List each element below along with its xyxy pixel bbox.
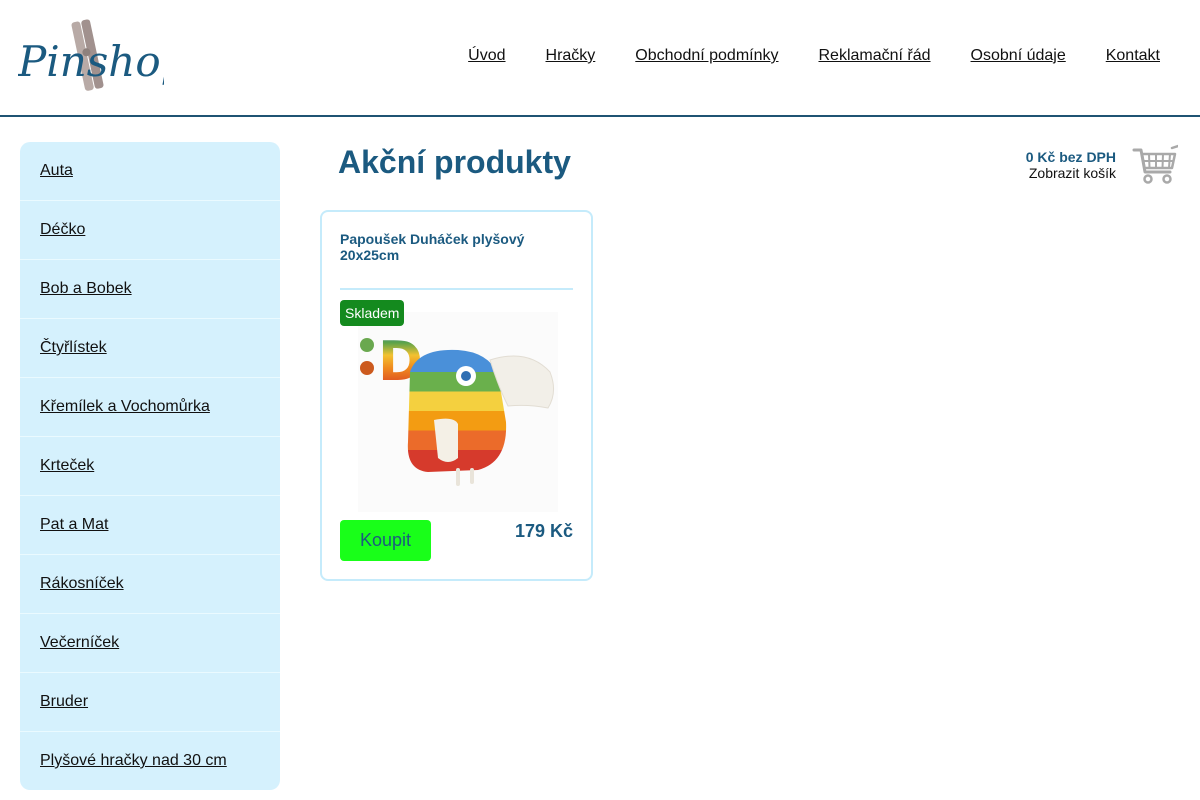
site-header: Pinshop Úvod Hračky Obchodní podmínky Re… <box>0 0 1200 117</box>
cart-summary: 0 Kč bez DPH Zobrazit košík <box>1026 149 1116 181</box>
sidebar-link[interactable]: Čtyřlístek <box>40 339 107 357</box>
nav-link-uvod[interactable]: Úvod <box>468 47 505 65</box>
sidebar-item-kremilek: Křemílek a Vochomůrka <box>20 378 280 437</box>
sidebar-link[interactable]: Křemílek a Vochomůrka <box>40 398 210 416</box>
product-price: 179 Kč <box>514 521 573 541</box>
category-sidebar: Auta Déčko Bob a Bobek Čtyřlístek Křemíl… <box>20 142 280 790</box>
page-title: Akční produkty <box>338 144 571 180</box>
sidebar-link[interactable]: Bob a Bobek <box>40 280 132 298</box>
sidebar-item-bruder: Bruder <box>20 673 280 732</box>
shopping-cart-icon[interactable] <box>1132 144 1180 186</box>
nav-link-kontakt[interactable]: Kontakt <box>1106 47 1160 65</box>
sidebar-item-plysove-hracky: Plyšové hračky nad 30 cm <box>20 732 280 790</box>
sidebar-link[interactable]: Plyšové hračky nad 30 cm <box>40 752 227 770</box>
sidebar-item-bob-a-bobek: Bob a Bobek <box>20 260 280 319</box>
sidebar-link[interactable]: Auta <box>40 162 73 180</box>
divider <box>340 288 573 290</box>
sidebar-link[interactable]: Bruder <box>40 693 88 711</box>
sidebar-link[interactable]: Večerníček <box>40 634 119 652</box>
stock-badge: Skladem <box>340 300 405 326</box>
main-nav: Úvod Hračky Obchodní podmínky Reklamační… <box>468 47 1160 65</box>
nav-link-osobni-udaje[interactable]: Osobní údaje <box>971 47 1066 65</box>
pinshop-logo[interactable]: Pinshop <box>17 18 188 92</box>
cart-total: 0 Kč bez DPH <box>1025 149 1116 165</box>
product-title[interactable]: Papoušek Duháček plyšový 20x25cm <box>340 231 573 263</box>
sidebar-link[interactable]: Krteček <box>40 457 94 475</box>
sidebar-link[interactable]: Rákosníček <box>40 575 124 593</box>
sidebar-item-decko: Déčko <box>20 201 280 260</box>
nav-link-obchodni-podminky[interactable]: Obchodní podmínky <box>635 47 778 65</box>
product-card: Papoušek Duháček plyšový 20x25cm Skladem <box>320 210 593 581</box>
sidebar-item-krtecek: Krteček <box>20 437 280 496</box>
product-image[interactable]: D <box>358 312 558 512</box>
svg-text:Pinshop: Pinshop <box>18 37 164 86</box>
nav-link-hracky[interactable]: Hračky <box>546 47 596 65</box>
buy-button[interactable]: Koupit <box>340 520 431 561</box>
sidebar-item-vecernicek: Večerníček <box>20 614 280 673</box>
sidebar-item-rakosnicek: Rákosníček <box>20 555 280 614</box>
nav-link-reklamacni-rad[interactable]: Reklamační řád <box>819 47 931 65</box>
sidebar-item-ctyrlistek: Čtyřlístek <box>20 319 280 378</box>
show-cart-link[interactable]: Zobrazit košík <box>1026 165 1116 181</box>
sidebar-item-pat-a-mat: Pat a Mat <box>20 496 280 555</box>
sidebar-link[interactable]: Déčko <box>40 221 85 239</box>
sidebar-link[interactable]: Pat a Mat <box>40 516 108 534</box>
sidebar-item-auta: Auta <box>20 142 280 201</box>
